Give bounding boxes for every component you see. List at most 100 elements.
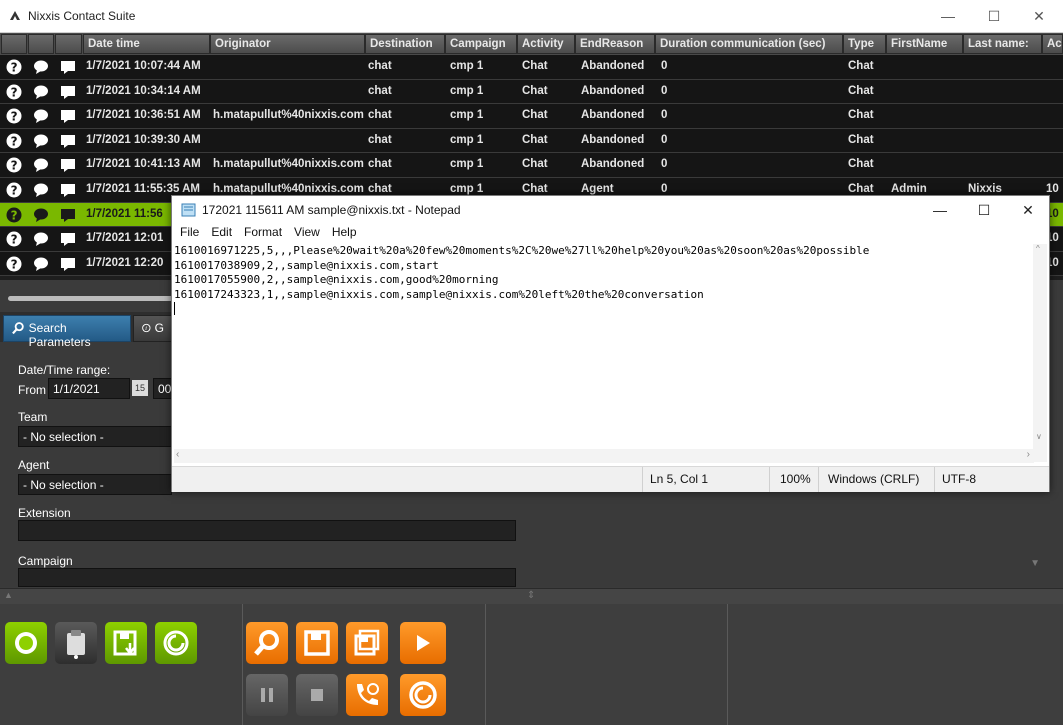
column-header[interactable]: Last name: [963,34,1042,54]
status-divider [818,467,819,492]
minimize-button[interactable]: — [925,0,971,32]
column-header[interactable]: Originator [210,34,365,54]
save-export-button[interactable] [105,622,147,664]
chat-bubble-icon[interactable] [33,256,49,272]
splitter-grip-icon[interactable]: ⇕ [527,590,535,601]
scroll-up-icon[interactable]: ▲ [4,590,13,600]
notepad-close-button[interactable]: ✕ [1005,196,1051,224]
scrollbar-thumb[interactable] [8,296,173,301]
team-label: Team [18,410,48,424]
question-icon[interactable]: ? [6,207,22,223]
column-header[interactable]: FirstName [886,34,963,54]
campaign-select[interactable] [18,568,516,587]
message-icon[interactable] [60,231,76,247]
tab-search-parameters[interactable]: Search Parameters [3,315,131,349]
cell-campaign: cmp 1 [450,133,484,146]
cell-endreason: Abandoned [581,109,645,122]
message-icon[interactable] [60,108,76,124]
notepad-horizontal-scrollbar[interactable]: ‹ › [174,449,1034,463]
menu-view[interactable]: View [294,225,320,239]
question-icon[interactable]: ? [6,231,22,247]
message-icon[interactable] [60,59,76,75]
search-button[interactable] [246,622,288,664]
notepad-text-area[interactable]: 1610016971225,5,,,Please%20wait%20a%20fe… [174,244,1032,449]
table-row[interactable]: ? 1/7/2021 10:34:14 AM chat cmp 1 Chat Abando… [0,79,1063,105]
menu-edit[interactable]: Edit [211,225,232,239]
question-icon[interactable]: ? [6,133,22,149]
column-header[interactable]: Activity [517,34,575,54]
chat-bubble-icon[interactable] [33,59,49,75]
question-icon[interactable]: ? [6,256,22,272]
scroll-down-icon[interactable]: ▼ [1030,558,1040,569]
panel-splitter[interactable]: ▲ ⇕ [0,588,1063,605]
notepad-maximize-button[interactable]: ☐ [961,196,1007,224]
message-icon[interactable] [60,84,76,100]
extension-input[interactable] [18,520,516,541]
question-icon[interactable]: ? [6,108,22,124]
table-row[interactable]: ? 1/7/2021 10:36:51 AM h.matapullut%40nixx… [0,104,1063,129]
scroll-down-arrow-icon[interactable]: ∨ [1036,432,1042,441]
question-icon[interactable]: ? [6,182,22,198]
refresh-button[interactable] [155,622,197,664]
save-all-button[interactable] [346,622,388,664]
notepad-vertical-scrollbar[interactable]: ^ ∨ [1033,244,1047,462]
column-header[interactable]: Date time [83,34,210,54]
question-icon[interactable]: ? [6,157,22,173]
column-header[interactable]: Destination [365,34,445,54]
column-header[interactable]: Campaign [445,34,517,54]
status-ready-button[interactable] [5,622,47,664]
chat-bubble-icon[interactable] [33,207,49,223]
stop-button[interactable] [296,674,338,716]
from-time-input[interactable]: 00 [153,378,173,399]
header-icon-col-1[interactable] [1,34,27,54]
maximize-button[interactable]: ☐ [971,0,1017,32]
save-button[interactable] [296,622,338,664]
menu-file[interactable]: File [180,225,199,239]
question-icon[interactable]: ? [6,59,22,75]
message-icon[interactable] [60,133,76,149]
chat-bubble-icon[interactable] [33,84,49,100]
table-row[interactable]: ? 1/7/2021 10:39:30 AM chat cmp 1 Chat Abando… [0,128,1063,154]
scroll-left-arrow-icon[interactable]: ‹ [176,449,179,460]
column-header[interactable]: Ac [1042,34,1063,54]
chat-bubble-icon[interactable] [33,157,49,173]
column-header[interactable]: Type [843,34,886,54]
scroll-up-arrow-icon[interactable]: ^ [1036,244,1040,253]
header-icon-col-3[interactable] [55,34,82,54]
column-header[interactable]: Duration communication (sec) [655,34,843,54]
tab-general[interactable]: i G [133,315,173,342]
play-button[interactable] [400,622,446,664]
svg-text:?: ? [11,208,18,222]
extension-label: Extension [18,506,71,520]
from-date-input[interactable]: 1/1/2021 [48,378,130,399]
menu-help[interactable]: Help [332,225,357,239]
message-icon[interactable] [60,256,76,272]
menu-format[interactable]: Format [244,225,282,239]
question-icon[interactable]: ? [6,84,22,100]
chat-bubble-icon[interactable] [33,182,49,198]
notepad-minimize-button[interactable]: — [917,196,963,224]
cell-lastname: Nixxis [968,183,1002,195]
message-icon[interactable] [60,182,76,198]
notepad-title: 172021 115611 AM sample@nixxis.txt - Not… [202,203,461,217]
cell-datetime: 1/7/2021 11:56 [86,207,163,220]
scroll-right-arrow-icon[interactable]: › [1027,449,1030,460]
message-icon[interactable] [60,207,76,223]
table-row[interactable]: ? 1/7/2021 10:07:44 AM chat cmp 1 Chat Abando… [0,55,1063,80]
message-icon[interactable] [60,157,76,173]
header-icon-col-2[interactable] [28,34,54,54]
calendar-icon[interactable]: 15 [132,380,148,396]
chat-bubble-icon[interactable] [33,231,49,247]
pause-button[interactable] [246,674,288,716]
close-button[interactable]: ✕ [1016,0,1062,32]
agent-select[interactable]: - No selection - [18,474,172,495]
chat-bubble-icon[interactable] [33,108,49,124]
team-select[interactable]: - No selection - [18,426,172,447]
replay-button[interactable] [400,674,446,716]
call-record-button[interactable] [346,674,388,716]
cell-type: Chat [848,84,874,97]
clipboard-button[interactable] [55,622,97,664]
column-header[interactable]: EndReason [575,34,655,54]
chat-bubble-icon[interactable] [33,133,49,149]
table-row[interactable]: ? 1/7/2021 10:41:13 AM h.matapullut%40nixx… [0,153,1063,178]
